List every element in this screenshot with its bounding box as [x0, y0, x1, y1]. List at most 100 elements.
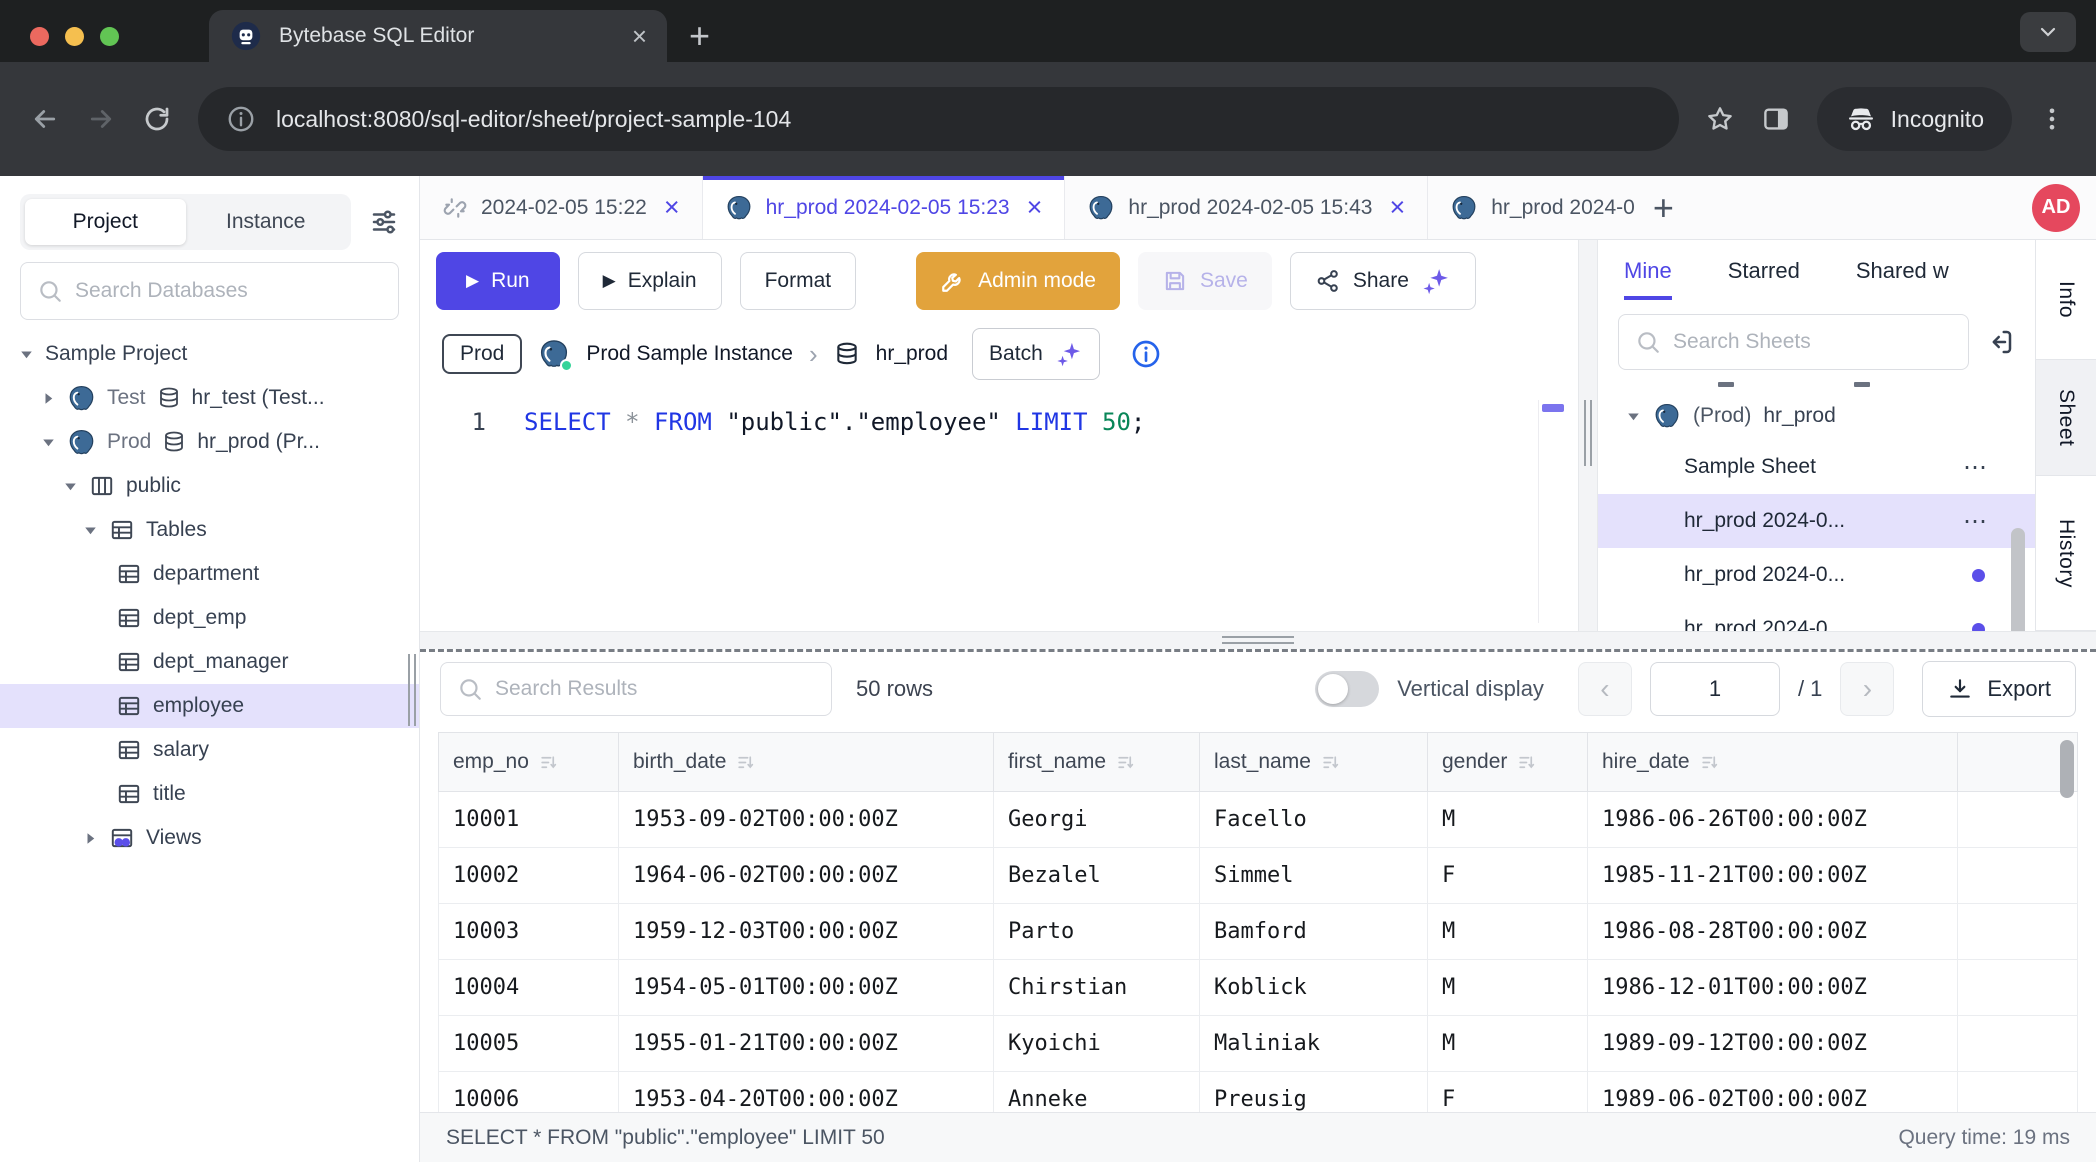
- format-button[interactable]: Format: [740, 252, 857, 310]
- table-cell[interactable]: M: [1428, 904, 1588, 960]
- table-cell[interactable]: 1985-11-21T00:00:00Z: [1588, 848, 1958, 904]
- close-tab-icon[interactable]: ×: [664, 194, 680, 221]
- sort-icon[interactable]: [1116, 753, 1135, 772]
- export-button[interactable]: Export: [1922, 661, 2076, 717]
- tab-project[interactable]: Project: [25, 199, 186, 245]
- table-cell[interactable]: Bezalel: [994, 848, 1200, 904]
- new-sheet-tab-button[interactable]: +: [1635, 176, 1692, 239]
- scrollbar-thumb[interactable]: [2060, 740, 2074, 798]
- table-cell[interactable]: Georgi: [994, 792, 1200, 848]
- sheet-item[interactable]: hr_prod 2024-0...: [1598, 548, 2035, 602]
- close-tab-icon[interactable]: ×: [1027, 194, 1043, 221]
- results-search-input[interactable]: [495, 677, 815, 701]
- table-cell[interactable]: F: [1428, 848, 1588, 904]
- table-row[interactable]: 10001 1953-09-02T00:00:00Z Georgi Facell…: [439, 792, 2078, 848]
- sort-icon[interactable]: [1700, 753, 1719, 772]
- tree-schema-public[interactable]: public: [0, 464, 419, 508]
- sheet-tab-2[interactable]: hr_prod 2024-02-05 15:23 ×: [703, 176, 1066, 239]
- tab-search-button[interactable]: [2020, 12, 2076, 52]
- tree-table-department[interactable]: department: [0, 552, 419, 596]
- table-cell[interactable]: Bamford: [1200, 904, 1428, 960]
- database-name[interactable]: hr_prod: [876, 342, 948, 366]
- sort-icon[interactable]: [1517, 753, 1536, 772]
- splitter-handle[interactable]: [1222, 636, 1294, 644]
- table-cell[interactable]: 1986-08-28T00:00:00Z: [1588, 904, 1958, 960]
- table-cell[interactable]: 1953-04-20T00:00:00Z: [619, 1072, 994, 1113]
- url-bar[interactable]: localhost:8080/sql-editor/sheet/project-…: [198, 87, 1679, 151]
- window-close-icon[interactable]: [30, 27, 49, 46]
- table-cell[interactable]: F: [1428, 1072, 1588, 1113]
- browser-tab-close-icon[interactable]: ×: [632, 23, 647, 49]
- environment-chip[interactable]: Prod: [442, 334, 522, 374]
- table-cell[interactable]: Parto: [994, 904, 1200, 960]
- more-menu-icon[interactable]: ⋯: [1963, 507, 1989, 536]
- tree-table-dept_manager[interactable]: dept_manager: [0, 640, 419, 684]
- table-row[interactable]: 10006 1953-04-20T00:00:00Z Anneke Preusi…: [439, 1072, 2078, 1113]
- results-search[interactable]: [440, 662, 832, 716]
- next-page-button[interactable]: ›: [1840, 662, 1894, 716]
- batch-mode-button[interactable]: Batch: [972, 328, 1100, 380]
- table-cell[interactable]: Preusig: [1200, 1072, 1428, 1113]
- table-cell[interactable]: Chirstian: [994, 960, 1200, 1016]
- table-cell[interactable]: Simmel: [1200, 848, 1428, 904]
- browser-tab[interactable]: Bytebase SQL Editor ×: [209, 10, 667, 62]
- side-panel-icon[interactable]: [1761, 104, 1791, 134]
- table-cell[interactable]: Maliniak: [1200, 1016, 1428, 1072]
- sheet-item[interactable]: hr_prod 2024-0...: [1598, 602, 2035, 631]
- table-cell[interactable]: M: [1428, 960, 1588, 1016]
- table-cell[interactable]: 10004: [439, 960, 619, 1016]
- table-cell[interactable]: 10003: [439, 904, 619, 960]
- site-info-icon[interactable]: [226, 104, 256, 134]
- more-menu-icon[interactable]: ⋯: [1963, 453, 1989, 482]
- tab-history[interactable]: History: [2036, 476, 2096, 631]
- table-cell[interactable]: Kyoichi: [994, 1016, 1200, 1072]
- table-cell[interactable]: Anneke: [994, 1072, 1200, 1113]
- reload-icon[interactable]: [142, 104, 172, 134]
- table-cell[interactable]: 1986-12-01T00:00:00Z: [1588, 960, 1958, 1016]
- tab-shared[interactable]: Shared w: [1856, 258, 1949, 300]
- table-cell[interactable]: 10001: [439, 792, 619, 848]
- tree-tables-group[interactable]: Tables: [0, 508, 419, 552]
- info-icon[interactable]: [1130, 338, 1162, 370]
- column-header-emp_no[interactable]: emp_no: [439, 733, 619, 792]
- horizontal-splitter[interactable]: [420, 631, 2096, 649]
- tree-table-salary[interactable]: salary: [0, 728, 419, 772]
- tree-db-hr_prod[interactable]: Prod hr_prod (Pr...: [0, 420, 419, 464]
- sheet-search[interactable]: [1618, 314, 1969, 370]
- run-button[interactable]: ▶ Run: [436, 252, 560, 310]
- prev-page-button[interactable]: ‹: [1578, 662, 1632, 716]
- tab-starred[interactable]: Starred: [1728, 258, 1800, 300]
- column-header-gender[interactable]: gender: [1428, 733, 1588, 792]
- tree-views-group[interactable]: Views: [0, 816, 419, 860]
- editor-minimap[interactable]: [1538, 400, 1564, 623]
- sort-icon[interactable]: [736, 753, 755, 772]
- tab-info[interactable]: Info: [2036, 240, 2096, 360]
- explain-button[interactable]: ▶ Explain: [578, 252, 722, 310]
- forward-icon[interactable]: [86, 104, 116, 134]
- close-tab-icon[interactable]: ×: [1389, 194, 1405, 221]
- tree-db-hr_test[interactable]: Test hr_test (Test...: [0, 376, 419, 420]
- tree-project-row[interactable]: Sample Project: [0, 332, 419, 376]
- table-cell[interactable]: Koblick: [1200, 960, 1428, 1016]
- sheet-tab-1[interactable]: 2024-02-05 15:22 ×: [420, 176, 703, 239]
- bookmark-star-icon[interactable]: [1705, 104, 1735, 134]
- back-icon[interactable]: [30, 104, 60, 134]
- sheet-item[interactable]: Sample Sheet ⋯: [1598, 440, 2035, 494]
- table-row[interactable]: 10002 1964-06-02T00:00:00Z Bezalel Simme…: [439, 848, 2078, 904]
- table-cell[interactable]: 1955-01-21T00:00:00Z: [619, 1016, 994, 1072]
- table-cell[interactable]: 1964-06-02T00:00:00Z: [619, 848, 994, 904]
- table-cell[interactable]: 1986-06-26T00:00:00Z: [1588, 792, 1958, 848]
- table-cell[interactable]: M: [1428, 792, 1588, 848]
- table-cell[interactable]: 1989-06-02T00:00:00Z: [1588, 1072, 1958, 1113]
- sheet-tab-4[interactable]: hr_prod 2024-0: [1428, 176, 1635, 239]
- page-number-input[interactable]: [1650, 662, 1780, 716]
- new-tab-button[interactable]: +: [667, 18, 732, 62]
- database-search[interactable]: [20, 262, 399, 320]
- vertical-display-toggle[interactable]: [1315, 671, 1379, 707]
- table-cell[interactable]: 1989-09-12T00:00:00Z: [1588, 1016, 1958, 1072]
- table-cell[interactable]: 10006: [439, 1072, 619, 1113]
- sort-icon[interactable]: [539, 753, 558, 772]
- table-cell[interactable]: Facello: [1200, 792, 1428, 848]
- user-avatar[interactable]: AD: [2032, 184, 2080, 232]
- sort-icon[interactable]: [1321, 753, 1340, 772]
